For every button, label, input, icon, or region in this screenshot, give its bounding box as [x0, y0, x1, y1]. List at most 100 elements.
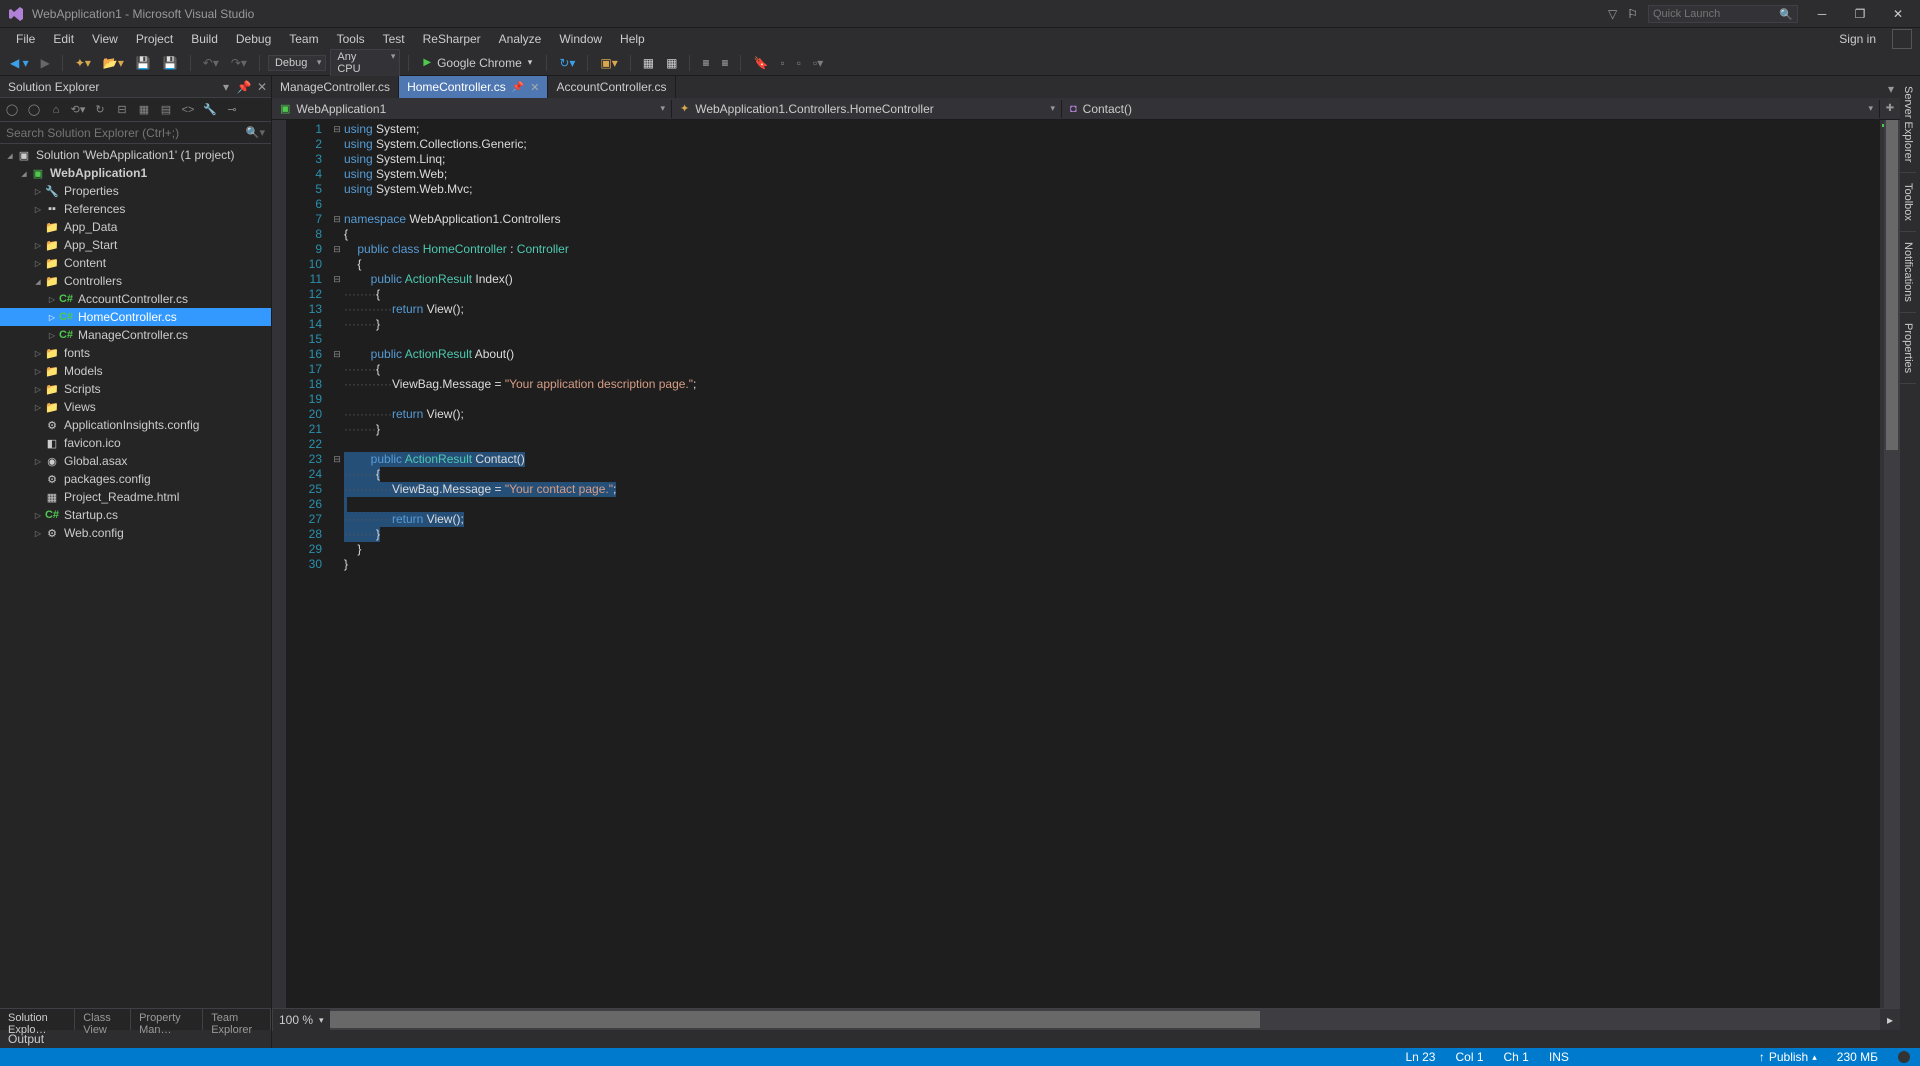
nav-project-dropdown[interactable]: ▣WebApplication1: [272, 100, 672, 118]
tb-btn-1[interactable]: ▣▾: [596, 54, 621, 72]
undo-button[interactable]: ↶▾: [199, 54, 223, 72]
tree-packages[interactable]: ⚙packages.config: [0, 470, 271, 488]
doc-tab-manage[interactable]: ManageController.cs: [272, 76, 399, 98]
doc-tab-account[interactable]: AccountController.cs: [548, 76, 675, 98]
pin-button[interactable]: 📌: [235, 80, 253, 94]
window-position-button[interactable]: ▾: [217, 80, 235, 94]
tree-readme[interactable]: ▦Project_Readme.html: [0, 488, 271, 506]
config-dropdown[interactable]: Debug: [268, 55, 326, 71]
vertical-scrollbar[interactable]: [1884, 120, 1900, 1008]
menu-view[interactable]: View: [84, 30, 126, 48]
code-editor[interactable]: 1234567891011121314151617181920212223242…: [272, 120, 1900, 1008]
start-debug-button[interactable]: ▶ Google Chrome ▾: [417, 54, 538, 72]
solution-tree[interactable]: ▣Solution 'WebApplication1' (1 project) …: [0, 144, 271, 1008]
menu-analyze[interactable]: Analyze: [491, 30, 550, 48]
se-fwd-icon[interactable]: ◯: [26, 102, 42, 118]
sign-in-link[interactable]: Sign in: [1831, 30, 1884, 48]
tree-controllers[interactable]: 📁Controllers: [0, 272, 271, 290]
tb-btn-2[interactable]: ▦: [639, 54, 658, 72]
se-sync-icon[interactable]: ⟲▾: [70, 102, 86, 118]
tb-btn-5[interactable]: ▫: [793, 54, 805, 72]
se-props-icon[interactable]: ▤: [158, 102, 174, 118]
tree-appstart[interactable]: 📁App_Start: [0, 236, 271, 254]
browser-link-refresh-button[interactable]: ↻▾: [555, 54, 579, 72]
tab-toolbox[interactable]: Toolbox: [1900, 173, 1916, 232]
minimize-button[interactable]: ─: [1808, 4, 1836, 24]
output-panel-header[interactable]: Output: [0, 1030, 272, 1048]
tab-server-explorer[interactable]: Server Explorer: [1900, 76, 1916, 173]
tab-team-explorer[interactable]: Team Explorer: [203, 1009, 271, 1030]
menu-tools[interactable]: Tools: [329, 30, 373, 48]
tree-content[interactable]: 📁Content: [0, 254, 271, 272]
bookmark-button[interactable]: 🔖: [749, 54, 772, 72]
user-avatar-icon[interactable]: [1892, 29, 1912, 49]
se-collapse-icon[interactable]: ⊟: [114, 102, 130, 118]
tree-appdata[interactable]: 📁App_Data: [0, 218, 271, 236]
se-key-icon[interactable]: ⊸: [224, 102, 240, 118]
tree-properties[interactable]: 🔧Properties: [0, 182, 271, 200]
se-back-icon[interactable]: ◯: [4, 102, 20, 118]
solution-explorer-search[interactable]: 🔍▾: [0, 122, 271, 144]
menu-file[interactable]: File: [8, 30, 43, 48]
redo-button[interactable]: ↷▾: [227, 54, 251, 72]
tree-scripts[interactable]: 📁Scripts: [0, 380, 271, 398]
menu-debug[interactable]: Debug: [228, 30, 279, 48]
se-home-icon[interactable]: ⌂: [48, 102, 64, 118]
navigate-forward-button[interactable]: ▶: [37, 54, 54, 72]
tree-startup[interactable]: C#Startup.cs: [0, 506, 271, 524]
tree-solution[interactable]: ▣Solution 'WebApplication1' (1 project): [0, 146, 271, 164]
save-button[interactable]: 💾: [132, 54, 155, 72]
menu-resharper[interactable]: ReSharper: [415, 30, 489, 48]
tree-global[interactable]: ◉Global.asax: [0, 452, 271, 470]
tree-favicon[interactable]: ◧favicon.ico: [0, 434, 271, 452]
tree-models[interactable]: 📁Models: [0, 362, 271, 380]
save-all-button[interactable]: 💾: [159, 54, 182, 72]
split-h-icon[interactable]: ▸: [1880, 1009, 1900, 1030]
menu-window[interactable]: Window: [551, 30, 610, 48]
split-editor-icon[interactable]: ✚: [1886, 103, 1894, 114]
menu-edit[interactable]: Edit: [45, 30, 82, 48]
new-project-button[interactable]: ✦▾: [71, 54, 95, 72]
menu-team[interactable]: Team: [281, 30, 326, 48]
tree-appinsights[interactable]: ⚙ApplicationInsights.config: [0, 416, 271, 434]
se-refresh-icon[interactable]: ↻: [92, 102, 108, 118]
restore-button[interactable]: ❐: [1846, 4, 1874, 24]
se-showall-icon[interactable]: ▦: [136, 102, 152, 118]
open-file-button[interactable]: 📂▾: [99, 54, 128, 72]
nav-class-dropdown[interactable]: ✦WebApplication1.Controllers.HomeControl…: [672, 100, 1062, 118]
menu-build[interactable]: Build: [183, 30, 226, 48]
tree-home-controller[interactable]: C#HomeController.cs: [0, 308, 271, 326]
close-panel-button[interactable]: ✕: [253, 80, 271, 94]
tab-overflow-icon[interactable]: ▾: [1882, 80, 1900, 98]
tree-references[interactable]: ▪▪References: [0, 200, 271, 218]
menu-project[interactable]: Project: [128, 30, 181, 48]
tree-account-controller[interactable]: C#AccountController.cs: [0, 290, 271, 308]
horizontal-scrollbar[interactable]: [330, 1009, 1880, 1030]
pin-icon[interactable]: 📌: [512, 82, 524, 93]
menu-help[interactable]: Help: [612, 30, 653, 48]
tree-views[interactable]: 📁Views: [0, 398, 271, 416]
notifications-flag-icon[interactable]: ⚐: [1627, 7, 1638, 21]
tb-btn-6[interactable]: ▫▾: [809, 54, 827, 72]
doc-tab-home[interactable]: HomeController.cs📌✕: [399, 76, 548, 98]
tab-property-manager[interactable]: Property Man…: [131, 1009, 203, 1030]
filter-icon[interactable]: ▽: [1608, 7, 1617, 21]
tab-class-view[interactable]: Class View: [75, 1009, 131, 1030]
nav-member-dropdown[interactable]: ◘Contact(): [1062, 100, 1880, 118]
uncomment-button[interactable]: ≡: [717, 54, 732, 72]
tree-project[interactable]: ▣WebApplication1: [0, 164, 271, 182]
se-wrench-icon[interactable]: 🔧: [202, 102, 218, 118]
quick-launch-input[interactable]: 🔍: [1648, 5, 1798, 23]
tb-btn-4[interactable]: ▫: [776, 54, 788, 72]
tab-notifications[interactable]: Notifications: [1900, 232, 1916, 313]
publish-button[interactable]: ↑Publish▴: [1759, 1050, 1817, 1064]
tree-manage-controller[interactable]: C#ManageController.cs: [0, 326, 271, 344]
zoom-dropdown[interactable]: 100 %▾: [272, 1009, 330, 1031]
tb-btn-3[interactable]: ▦: [662, 54, 681, 72]
close-window-button[interactable]: ✕: [1884, 4, 1912, 24]
close-tab-icon[interactable]: ✕: [530, 81, 539, 94]
comment-button[interactable]: ≡: [698, 54, 713, 72]
tab-solution-explorer[interactable]: Solution Explo…: [0, 1009, 75, 1030]
menu-test[interactable]: Test: [375, 30, 413, 48]
tree-webconfig[interactable]: ⚙Web.config: [0, 524, 271, 542]
